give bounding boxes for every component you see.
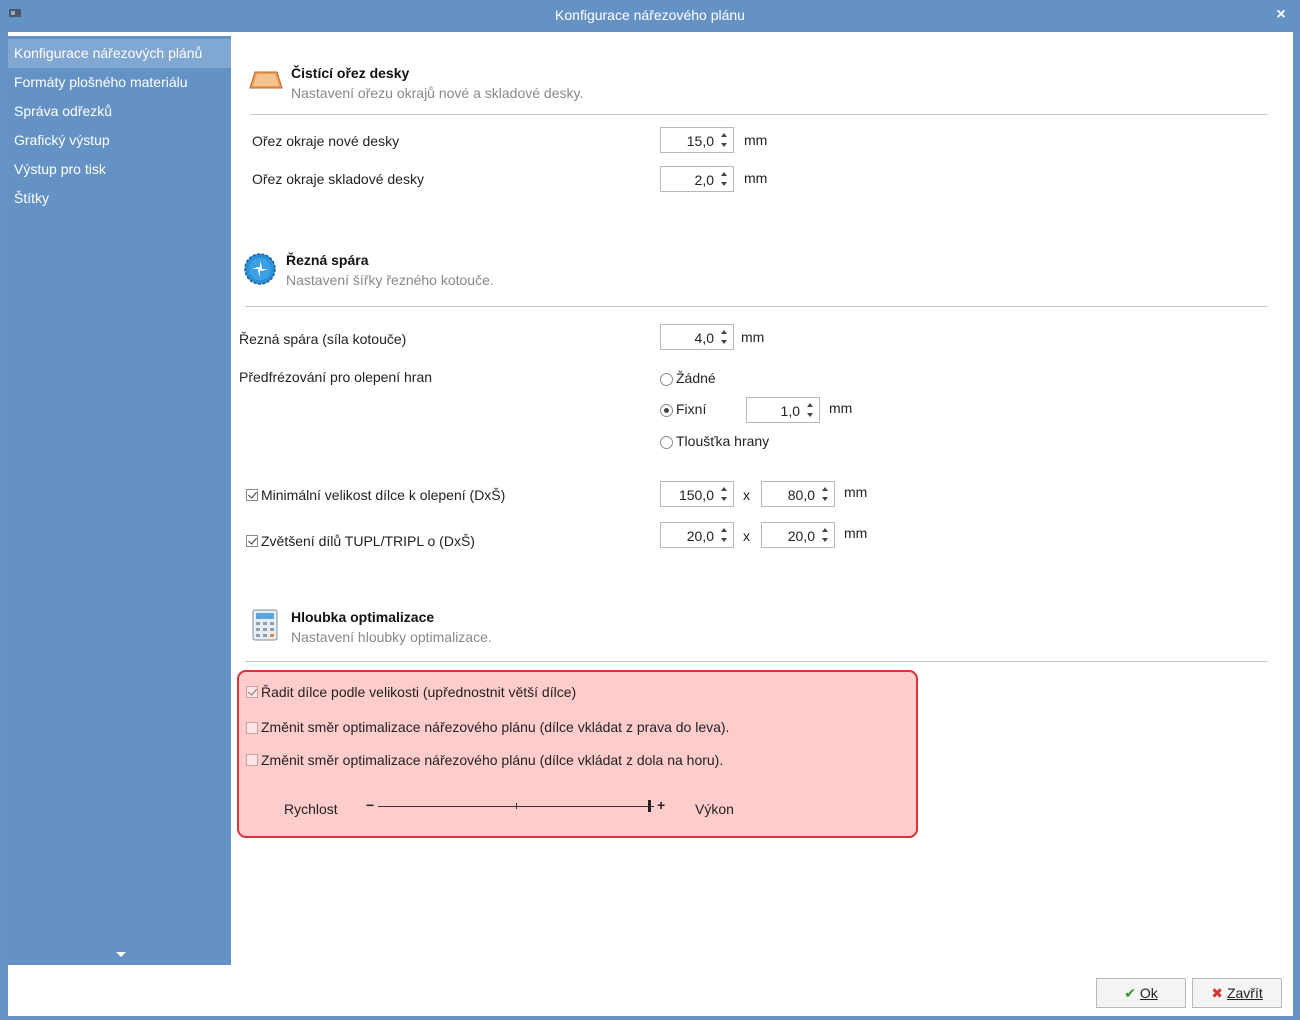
ok-button[interactable]: ✔ Ok	[1096, 978, 1186, 1008]
scroll-down-icon[interactable]	[116, 952, 126, 957]
separator	[245, 661, 1268, 662]
premill-edge-thickness-label[interactable]: Tloušťka hrany	[676, 433, 769, 449]
close-icon[interactable]: ×	[1274, 7, 1288, 23]
optimization-slider-thumb[interactable]	[648, 800, 651, 812]
separator	[251, 114, 1268, 115]
slider-speed-label: Rychlost	[284, 801, 338, 817]
times-label: x	[743, 528, 750, 544]
sidebar-item-cutting-plans[interactable]: Konfigurace nářezových plánů	[8, 39, 231, 68]
unit-label: mm	[744, 132, 768, 148]
premill-none-radio[interactable]	[660, 373, 673, 386]
premill-none-label[interactable]: Žádné	[676, 370, 716, 386]
min-size-label: Minimální velikost dílce k olepení (DxŠ)	[261, 487, 506, 503]
right-to-left-checkbox[interactable]	[246, 722, 258, 734]
premill-fixed-radio[interactable]	[660, 404, 673, 417]
tupl-checkbox[interactable]	[246, 535, 258, 547]
bottom-to-top-label: Změnit směr optimalizace nářezového plán…	[261, 752, 724, 768]
premill-fixed-input[interactable]: 1,0	[746, 397, 820, 423]
bottom-to-top-checkbox[interactable]	[246, 754, 258, 766]
section-kerf-subtitle: Nastavení šířky řezného kotouče.	[286, 272, 494, 288]
sort-by-size-checkbox[interactable]	[246, 686, 258, 698]
unit-label: mm	[744, 170, 768, 186]
unit-label: mm	[844, 484, 868, 500]
section-trim-title: Čistící ořez desky	[291, 65, 410, 81]
sidebar: Konfigurace nářezových plánů Formáty plo…	[8, 36, 231, 965]
tupl-length-input[interactable]: 20,0	[660, 522, 734, 548]
min-size-width-input[interactable]: 80,0	[761, 481, 835, 507]
unit-label: mm	[829, 400, 853, 416]
calculator-icon	[252, 609, 278, 641]
window-title: Konfigurace nářezového plánu	[555, 7, 745, 23]
sidebar-item-offcuts[interactable]: Správa odřezků	[8, 97, 231, 126]
sort-by-size-label: Řadit dílce podle velikosti (upřednostni…	[261, 684, 577, 700]
slider-plus-icon[interactable]: +	[657, 797, 665, 813]
premill-edge-thickness-radio[interactable]	[660, 436, 673, 449]
times-label: x	[743, 487, 750, 503]
section-depth-subtitle: Nastavení hloubky optimalizace.	[291, 629, 492, 645]
min-size-length-input[interactable]: 150,0	[660, 481, 734, 507]
section-kerf-title: Řezná spára	[286, 252, 369, 268]
new-board-trim-input[interactable]: 15,0	[660, 127, 734, 153]
title-bar: Konfigurace nářezového plánu ×	[0, 0, 1300, 32]
sidebar-item-print-output[interactable]: Výstup pro tisk	[8, 155, 231, 184]
new-board-trim-label: Ořez okraje nové desky	[252, 133, 400, 149]
saw-blade-icon	[244, 253, 276, 285]
kerf-input[interactable]: 4,0	[660, 324, 734, 350]
board-trim-icon	[249, 71, 283, 89]
section-depth-title: Hloubka optimalizace	[291, 609, 435, 625]
unit-label: mm	[741, 329, 765, 345]
tupl-label: Zvětšení dílů TUPL/TRIPL o (DxŠ)	[261, 533, 475, 549]
unit-label: mm	[844, 525, 868, 541]
min-size-checkbox[interactable]	[246, 489, 258, 501]
stock-board-trim-label: Ořez okraje skladové desky	[252, 171, 424, 187]
checkmark-icon: ✔	[1124, 985, 1136, 1001]
slider-tick	[516, 803, 517, 809]
tupl-width-input[interactable]: 20,0	[761, 522, 835, 548]
premill-label: Předfrézování pro olepení hran	[239, 369, 433, 385]
sidebar-item-graphic-output[interactable]: Grafický výstup	[8, 126, 231, 155]
x-icon: ✖	[1211, 985, 1223, 1001]
separator	[245, 306, 1268, 307]
close-button[interactable]: ✖ Zavřít	[1192, 978, 1282, 1008]
sidebar-item-labels[interactable]: Štítky	[8, 184, 231, 213]
kerf-label: Řezná spára (síla kotouče)	[239, 331, 407, 347]
premill-fixed-label[interactable]: Fixní	[676, 401, 706, 417]
stock-board-trim-input[interactable]: 2,0	[660, 166, 734, 192]
slider-minus-icon[interactable]: −	[366, 797, 374, 813]
section-trim-subtitle: Nastavení ořezu okrajů nové a skladové d…	[291, 85, 584, 101]
right-to-left-label: Změnit směr optimalizace nářezového plán…	[261, 719, 730, 735]
sidebar-item-material-formats[interactable]: Formáty plošného materiálu	[8, 68, 231, 97]
slider-performance-label: Výkon	[695, 801, 734, 817]
